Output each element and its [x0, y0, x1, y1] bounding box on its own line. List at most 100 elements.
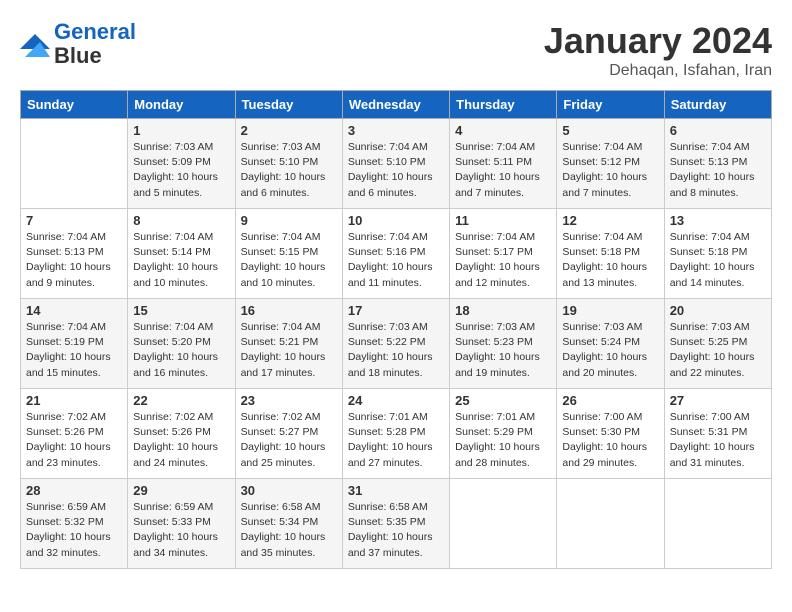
- calendar-cell: 6 Sunrise: 7:04 AMSunset: 5:13 PMDaylight…: [664, 119, 771, 209]
- day-detail: Sunrise: 7:03 AMSunset: 5:24 PMDaylight:…: [562, 320, 658, 381]
- day-number: 4: [455, 123, 551, 138]
- calendar-cell: 1 Sunrise: 7:03 AMSunset: 5:09 PMDaylight…: [128, 119, 235, 209]
- day-detail: Sunrise: 6:58 AMSunset: 5:34 PMDaylight:…: [241, 500, 337, 561]
- calendar-cell: 18 Sunrise: 7:03 AMSunset: 5:23 PMDayligh…: [450, 299, 557, 389]
- day-detail: Sunrise: 7:04 AMSunset: 5:10 PMDaylight:…: [348, 140, 444, 201]
- calendar-cell: 19 Sunrise: 7:03 AMSunset: 5:24 PMDayligh…: [557, 299, 664, 389]
- calendar-cell: 9Sunrise: 7:04 AMSunset: 5:15 PMDaylight…: [235, 209, 342, 299]
- month-title: January 2024: [544, 20, 772, 62]
- calendar-cell: 30 Sunrise: 6:58 AMSunset: 5:34 PMDayligh…: [235, 479, 342, 569]
- calendar-cell: 28Sunrise: 6:59 AMSunset: 5:32 PMDayligh…: [21, 479, 128, 569]
- calendar-cell: 20 Sunrise: 7:03 AMSunset: 5:25 PMDayligh…: [664, 299, 771, 389]
- day-detail: Sunrise: 7:03 AMSunset: 5:22 PMDaylight:…: [348, 320, 444, 381]
- day-number: 6: [670, 123, 766, 138]
- day-number: 11: [455, 213, 551, 228]
- calendar-cell: 11 Sunrise: 7:04 AMSunset: 5:17 PMDayligh…: [450, 209, 557, 299]
- calendar-cell: 27Sunrise: 7:00 AMSunset: 5:31 PMDayligh…: [664, 389, 771, 479]
- calendar-header: SundayMondayTuesdayWednesdayThursdayFrid…: [21, 91, 772, 119]
- weekday-header-cell: Saturday: [664, 91, 771, 119]
- page-header: General Blue January 2024 Dehaqan, Isfah…: [20, 20, 772, 80]
- day-number: 30: [241, 483, 337, 498]
- calendar-week-row: 7 Sunrise: 7:04 AMSunset: 5:13 PMDaylight…: [21, 209, 772, 299]
- day-detail: Sunrise: 7:02 AMSunset: 5:26 PMDaylight:…: [133, 410, 229, 471]
- day-detail: Sunrise: 7:03 AMSunset: 5:25 PMDaylight:…: [670, 320, 766, 381]
- day-number: 3: [348, 123, 444, 138]
- weekday-header-cell: Thursday: [450, 91, 557, 119]
- day-number: 8: [133, 213, 229, 228]
- day-number: 9: [241, 213, 337, 228]
- day-detail: Sunrise: 7:04 AMSunset: 5:13 PMDaylight:…: [26, 230, 122, 291]
- day-number: 29: [133, 483, 229, 498]
- day-detail: Sunrise: 7:04 AMSunset: 5:17 PMDaylight:…: [455, 230, 551, 291]
- calendar-week-row: 14Sunrise: 7:04 AMSunset: 5:19 PMDayligh…: [21, 299, 772, 389]
- day-number: 5: [562, 123, 658, 138]
- calendar-cell: 7 Sunrise: 7:04 AMSunset: 5:13 PMDaylight…: [21, 209, 128, 299]
- calendar-cell: 5Sunrise: 7:04 AMSunset: 5:12 PMDaylight…: [557, 119, 664, 209]
- day-number: 1: [133, 123, 229, 138]
- calendar-cell: [557, 479, 664, 569]
- calendar-cell: 2Sunrise: 7:03 AMSunset: 5:10 PMDaylight…: [235, 119, 342, 209]
- day-number: 14: [26, 303, 122, 318]
- weekday-header-cell: Monday: [128, 91, 235, 119]
- calendar-cell: 17 Sunrise: 7:03 AMSunset: 5:22 PMDayligh…: [342, 299, 449, 389]
- day-detail: Sunrise: 7:04 AMSunset: 5:18 PMDaylight:…: [562, 230, 658, 291]
- day-number: 19: [562, 303, 658, 318]
- day-number: 17: [348, 303, 444, 318]
- day-detail: Sunrise: 7:04 AMSunset: 5:11 PMDaylight:…: [455, 140, 551, 201]
- day-number: 31: [348, 483, 444, 498]
- day-number: 12: [562, 213, 658, 228]
- day-number: 25: [455, 393, 551, 408]
- calendar-table: SundayMondayTuesdayWednesdayThursdayFrid…: [20, 90, 772, 569]
- calendar-cell: [450, 479, 557, 569]
- calendar-cell: 25 Sunrise: 7:01 AMSunset: 5:29 PMDayligh…: [450, 389, 557, 479]
- weekday-header-row: SundayMondayTuesdayWednesdayThursdayFrid…: [21, 91, 772, 119]
- calendar-cell: 26 Sunrise: 7:00 AMSunset: 5:30 PMDayligh…: [557, 389, 664, 479]
- day-detail: Sunrise: 7:00 AMSunset: 5:31 PMDaylight:…: [670, 410, 766, 471]
- logo-line1: General: [54, 19, 136, 44]
- logo-line2: Blue: [54, 44, 136, 68]
- day-detail: Sunrise: 7:02 AMSunset: 5:26 PMDaylight:…: [26, 410, 122, 471]
- day-number: 26: [562, 393, 658, 408]
- calendar-cell: 14Sunrise: 7:04 AMSunset: 5:19 PMDayligh…: [21, 299, 128, 389]
- location-subtitle: Dehaqan, Isfahan, Iran: [544, 62, 772, 80]
- day-number: 13: [670, 213, 766, 228]
- day-number: 20: [670, 303, 766, 318]
- day-detail: Sunrise: 7:04 AMSunset: 5:16 PMDaylight:…: [348, 230, 444, 291]
- day-detail: Sunrise: 7:04 AMSunset: 5:20 PMDaylight:…: [133, 320, 229, 381]
- day-number: 7: [26, 213, 122, 228]
- calendar-cell: 8Sunrise: 7:04 AMSunset: 5:14 PMDaylight…: [128, 209, 235, 299]
- weekday-header-cell: Friday: [557, 91, 664, 119]
- day-number: 23: [241, 393, 337, 408]
- weekday-header-cell: Tuesday: [235, 91, 342, 119]
- calendar-cell: 15Sunrise: 7:04 AMSunset: 5:20 PMDayligh…: [128, 299, 235, 389]
- calendar-cell: 10 Sunrise: 7:04 AMSunset: 5:16 PMDayligh…: [342, 209, 449, 299]
- day-detail: Sunrise: 7:04 AMSunset: 5:18 PMDaylight:…: [670, 230, 766, 291]
- title-block: January 2024 Dehaqan, Isfahan, Iran: [544, 20, 772, 80]
- day-detail: Sunrise: 7:03 AMSunset: 5:09 PMDaylight:…: [133, 140, 229, 201]
- day-number: 16: [241, 303, 337, 318]
- calendar-cell: 24Sunrise: 7:01 AMSunset: 5:28 PMDayligh…: [342, 389, 449, 479]
- calendar-cell: 29Sunrise: 6:59 AMSunset: 5:33 PMDayligh…: [128, 479, 235, 569]
- calendar-cell: 4 Sunrise: 7:04 AMSunset: 5:11 PMDaylight…: [450, 119, 557, 209]
- day-detail: Sunrise: 6:58 AMSunset: 5:35 PMDaylight:…: [348, 500, 444, 561]
- day-detail: Sunrise: 7:01 AMSunset: 5:29 PMDaylight:…: [455, 410, 551, 471]
- day-number: 28: [26, 483, 122, 498]
- day-detail: Sunrise: 7:04 AMSunset: 5:13 PMDaylight:…: [670, 140, 766, 201]
- day-detail: Sunrise: 7:00 AMSunset: 5:30 PMDaylight:…: [562, 410, 658, 471]
- calendar-cell: 21 Sunrise: 7:02 AMSunset: 5:26 PMDayligh…: [21, 389, 128, 479]
- weekday-header-cell: Sunday: [21, 91, 128, 119]
- calendar-body: 1 Sunrise: 7:03 AMSunset: 5:09 PMDaylight…: [21, 119, 772, 569]
- calendar-cell: 3 Sunrise: 7:04 AMSunset: 5:10 PMDaylight…: [342, 119, 449, 209]
- day-number: 18: [455, 303, 551, 318]
- calendar-cell: [21, 119, 128, 209]
- logo-icon: [20, 29, 50, 59]
- calendar-week-row: 1 Sunrise: 7:03 AMSunset: 5:09 PMDaylight…: [21, 119, 772, 209]
- day-detail: Sunrise: 7:03 AMSunset: 5:23 PMDaylight:…: [455, 320, 551, 381]
- day-number: 21: [26, 393, 122, 408]
- calendar-week-row: 21 Sunrise: 7:02 AMSunset: 5:26 PMDayligh…: [21, 389, 772, 479]
- calendar-cell: 13 Sunrise: 7:04 AMSunset: 5:18 PMDayligh…: [664, 209, 771, 299]
- day-number: 10: [348, 213, 444, 228]
- day-detail: Sunrise: 7:02 AMSunset: 5:27 PMDaylight:…: [241, 410, 337, 471]
- day-number: 22: [133, 393, 229, 408]
- day-detail: Sunrise: 7:04 AMSunset: 5:21 PMDaylight:…: [241, 320, 337, 381]
